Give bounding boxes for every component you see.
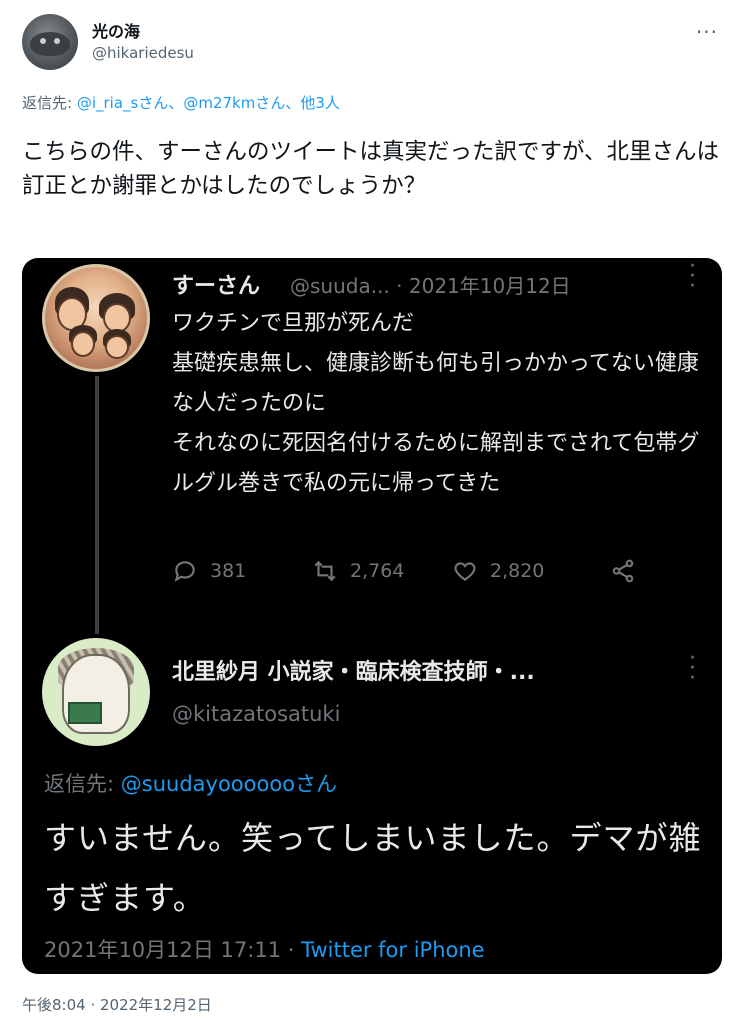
tweet-timestamp[interactable]: 午後8:04 · 2022年12月2日 — [22, 994, 212, 1015]
quoted-text-1: ワクチンで旦那が死んだ 基礎疾患無し、健康診断も何も引っかかってない健康な人だっ… — [172, 311, 700, 496]
avatar-icon — [30, 32, 70, 56]
quoted-handle-2: @kitazatosatuki — [172, 702, 341, 726]
like-action: 2,820 — [452, 558, 544, 584]
quoted-more-icon-2: · · · — [689, 646, 696, 691]
reply-action: 381 — [172, 558, 246, 584]
author-handle[interactable]: @hikariedesu — [92, 44, 194, 62]
share-icon — [612, 559, 634, 583]
quoted-more-icon-1: · · · — [689, 258, 696, 299]
thread-connector — [95, 376, 99, 634]
quoted-name-2: 北里紗月 小説家・臨床検査技師・... — [172, 660, 535, 685]
retweet-icon — [314, 560, 336, 582]
author-display-name[interactable]: 光の海 — [92, 18, 140, 42]
quoted-footer: 2021年10月12日 17:11 · Twitter for iPhone — [44, 938, 485, 962]
author-avatar[interactable] — [22, 14, 78, 70]
quoted-name-1: すーさん — [172, 274, 261, 299]
more-options-icon[interactable]: ··· — [696, 20, 718, 44]
reply-count: 381 — [210, 560, 247, 582]
quoted-reply-line: 返信先: @suudayooooooさん — [44, 772, 338, 796]
reply-icon — [174, 561, 195, 582]
retweet-count: 2,764 — [350, 560, 405, 582]
reply-suffix-1: さん、 — [138, 94, 184, 112]
tweet-body: こちらの件、すーさんのツイートは真実だった訳ですが、北里さんは訂正とか謝罪とかは… — [22, 139, 720, 199]
quoted-actions: 381 2,764 2,820 — [172, 558, 642, 592]
reply-to-line: 返信先: @i_ria_sさん、@m27kmさん、他3人 — [22, 92, 340, 113]
reply-mention-1[interactable]: @i_ria_s — [77, 94, 139, 112]
heart-icon — [454, 562, 476, 581]
tweet-header: 光の海 @hikariedesu ··· — [22, 12, 722, 70]
reply-prefix: 返信先: — [22, 94, 77, 112]
quoted-avatar-1 — [42, 264, 150, 372]
like-count: 2,820 — [490, 560, 545, 582]
embedded-screenshot: すーさん @suuda... · 2021年10月12日 · · · ワクチンで旦那… — [22, 258, 722, 974]
quoted-text-2: すいません。笑ってしまいました。デマが雑すぎます。 — [44, 819, 702, 917]
retweet-action: 2,764 — [312, 558, 404, 584]
share-action — [610, 558, 636, 584]
reply-others[interactable]: 他3人 — [300, 94, 340, 112]
quoted-handle-date-1: @suuda... · 2021年10月12日 — [290, 274, 571, 298]
quoted-avatar-2 — [42, 638, 150, 746]
reply-suffix-2: さん、 — [255, 94, 301, 112]
reply-mention-2[interactable]: @m27km — [183, 94, 255, 112]
